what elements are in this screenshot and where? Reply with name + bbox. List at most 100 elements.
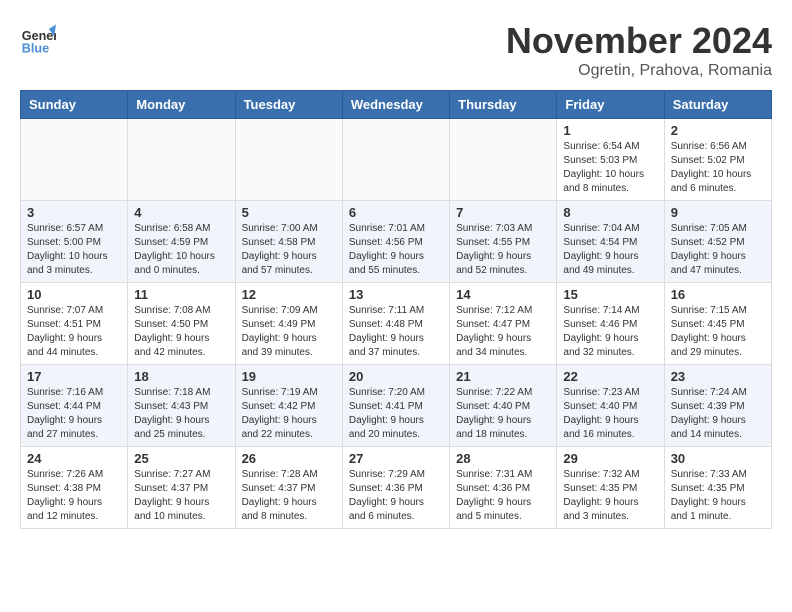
month-title: November 2024 bbox=[506, 20, 772, 62]
logo: General Blue bbox=[20, 20, 56, 56]
day-info: Sunrise: 7:01 AM Sunset: 4:56 PM Dayligh… bbox=[349, 222, 443, 278]
calendar-cell bbox=[342, 119, 449, 201]
day-info: Sunrise: 7:19 AM Sunset: 4:42 PM Dayligh… bbox=[242, 386, 336, 442]
day-info: Sunrise: 6:57 AM Sunset: 5:00 PM Dayligh… bbox=[27, 222, 121, 278]
day-number: 4 bbox=[134, 205, 228, 220]
calendar-cell: 4 Sunrise: 6:58 AM Sunset: 4:59 PM Daylig… bbox=[128, 201, 235, 283]
calendar-cell bbox=[450, 119, 557, 201]
weekday-header-sunday: Sunday bbox=[21, 91, 128, 119]
calendar-cell: 16Sunrise: 7:15 AM Sunset: 4:45 PM Dayli… bbox=[664, 283, 771, 365]
title-block: November 2024 Ogretin, Prahova, Romania bbox=[506, 20, 772, 80]
day-info: Sunrise: 7:31 AM Sunset: 4:36 PM Dayligh… bbox=[456, 468, 550, 524]
day-info: Sunrise: 6:54 AM Sunset: 5:03 PM Dayligh… bbox=[563, 140, 657, 196]
day-number: 7 bbox=[456, 205, 550, 220]
day-info: Sunrise: 7:16 AM Sunset: 4:44 PM Dayligh… bbox=[27, 386, 121, 442]
day-number: 17 bbox=[27, 369, 121, 384]
calendar-cell: 10 Sunrise: 7:07 AM Sunset: 4:51 PM Dayli… bbox=[21, 283, 128, 365]
day-info: Sunrise: 7:24 AM Sunset: 4:39 PM Dayligh… bbox=[671, 386, 765, 442]
day-info: Sunrise: 7:22 AM Sunset: 4:40 PM Dayligh… bbox=[456, 386, 550, 442]
calendar-cell: 21 Sunrise: 7:22 AM Sunset: 4:40 PM Dayli… bbox=[450, 365, 557, 447]
calendar-cell: 2Sunrise: 6:56 AM Sunset: 5:02 PM Daylig… bbox=[664, 119, 771, 201]
day-number: 21 bbox=[456, 369, 550, 384]
page-header: General Blue November 2024 Ogretin, Prah… bbox=[20, 20, 772, 80]
day-info: Sunrise: 7:09 AM Sunset: 4:49 PM Dayligh… bbox=[242, 304, 336, 360]
day-number: 12 bbox=[242, 287, 336, 302]
day-info: Sunrise: 7:28 AM Sunset: 4:37 PM Dayligh… bbox=[242, 468, 336, 524]
weekday-header-thursday: Thursday bbox=[450, 91, 557, 119]
weekday-header-tuesday: Tuesday bbox=[235, 91, 342, 119]
day-info: Sunrise: 7:07 AM Sunset: 4:51 PM Dayligh… bbox=[27, 304, 121, 360]
day-info: Sunrise: 7:26 AM Sunset: 4:38 PM Dayligh… bbox=[27, 468, 121, 524]
calendar-cell: 28 Sunrise: 7:31 AM Sunset: 4:36 PM Dayli… bbox=[450, 447, 557, 529]
day-number: 1 bbox=[563, 123, 657, 138]
weekday-header-saturday: Saturday bbox=[664, 91, 771, 119]
calendar-cell: 1 Sunrise: 6:54 AM Sunset: 5:03 PM Daylig… bbox=[557, 119, 664, 201]
day-info: Sunrise: 7:04 AM Sunset: 4:54 PM Dayligh… bbox=[563, 222, 657, 278]
calendar-cell: 25Sunrise: 7:27 AM Sunset: 4:37 PM Dayli… bbox=[128, 447, 235, 529]
day-info: Sunrise: 7:14 AM Sunset: 4:46 PM Dayligh… bbox=[563, 304, 657, 360]
weekday-header-wednesday: Wednesday bbox=[342, 91, 449, 119]
calendar-cell: 12 Sunrise: 7:09 AM Sunset: 4:49 PM Dayli… bbox=[235, 283, 342, 365]
day-info: Sunrise: 7:18 AM Sunset: 4:43 PM Dayligh… bbox=[134, 386, 228, 442]
calendar-table: SundayMondayTuesdayWednesdayThursdayFrid… bbox=[20, 90, 772, 529]
day-number: 30 bbox=[671, 451, 765, 466]
day-info: Sunrise: 7:32 AM Sunset: 4:35 PM Dayligh… bbox=[563, 468, 657, 524]
day-number: 9 bbox=[671, 205, 765, 220]
location: Ogretin, Prahova, Romania bbox=[506, 62, 772, 80]
day-info: Sunrise: 7:23 AM Sunset: 4:40 PM Dayligh… bbox=[563, 386, 657, 442]
day-number: 13 bbox=[349, 287, 443, 302]
day-number: 16 bbox=[671, 287, 765, 302]
day-info: Sunrise: 7:12 AM Sunset: 4:47 PM Dayligh… bbox=[456, 304, 550, 360]
day-info: Sunrise: 7:08 AM Sunset: 4:50 PM Dayligh… bbox=[134, 304, 228, 360]
calendar-cell: 15 Sunrise: 7:14 AM Sunset: 4:46 PM Dayli… bbox=[557, 283, 664, 365]
day-info: Sunrise: 7:03 AM Sunset: 4:55 PM Dayligh… bbox=[456, 222, 550, 278]
day-number: 2 bbox=[671, 123, 765, 138]
calendar-cell: 20 Sunrise: 7:20 AM Sunset: 4:41 PM Dayli… bbox=[342, 365, 449, 447]
svg-text:Blue: Blue bbox=[22, 41, 49, 55]
logo-icon: General Blue bbox=[20, 20, 56, 56]
calendar-cell: 29 Sunrise: 7:32 AM Sunset: 4:35 PM Dayli… bbox=[557, 447, 664, 529]
calendar-week-2: 3Sunrise: 6:57 AM Sunset: 5:00 PM Daylig… bbox=[21, 201, 772, 283]
calendar-cell: 17 Sunrise: 7:16 AM Sunset: 4:44 PM Dayli… bbox=[21, 365, 128, 447]
day-number: 28 bbox=[456, 451, 550, 466]
calendar-cell: 14Sunrise: 7:12 AM Sunset: 4:47 PM Dayli… bbox=[450, 283, 557, 365]
calendar-cell: 7 Sunrise: 7:03 AM Sunset: 4:55 PM Daylig… bbox=[450, 201, 557, 283]
calendar-cell: 9 Sunrise: 7:05 AM Sunset: 4:52 PM Daylig… bbox=[664, 201, 771, 283]
day-number: 24 bbox=[27, 451, 121, 466]
day-info: Sunrise: 6:58 AM Sunset: 4:59 PM Dayligh… bbox=[134, 222, 228, 278]
day-info: Sunrise: 7:27 AM Sunset: 4:37 PM Dayligh… bbox=[134, 468, 228, 524]
day-info: Sunrise: 7:11 AM Sunset: 4:48 PM Dayligh… bbox=[349, 304, 443, 360]
calendar-cell: 19 Sunrise: 7:19 AM Sunset: 4:42 PM Dayli… bbox=[235, 365, 342, 447]
calendar-cell: 26Sunrise: 7:28 AM Sunset: 4:37 PM Dayli… bbox=[235, 447, 342, 529]
day-number: 27 bbox=[349, 451, 443, 466]
day-number: 15 bbox=[563, 287, 657, 302]
day-info: Sunrise: 7:05 AM Sunset: 4:52 PM Dayligh… bbox=[671, 222, 765, 278]
day-info: Sunrise: 7:00 AM Sunset: 4:58 PM Dayligh… bbox=[242, 222, 336, 278]
calendar-cell: 24 Sunrise: 7:26 AM Sunset: 4:38 PM Dayli… bbox=[21, 447, 128, 529]
weekday-header-row: SundayMondayTuesdayWednesdayThursdayFrid… bbox=[21, 91, 772, 119]
day-number: 20 bbox=[349, 369, 443, 384]
day-number: 6 bbox=[349, 205, 443, 220]
calendar-cell: 27 Sunrise: 7:29 AM Sunset: 4:36 PM Dayli… bbox=[342, 447, 449, 529]
day-number: 8 bbox=[563, 205, 657, 220]
day-info: Sunrise: 7:20 AM Sunset: 4:41 PM Dayligh… bbox=[349, 386, 443, 442]
day-number: 5 bbox=[242, 205, 336, 220]
calendar-week-1: 1 Sunrise: 6:54 AM Sunset: 5:03 PM Daylig… bbox=[21, 119, 772, 201]
calendar-cell: 11Sunrise: 7:08 AM Sunset: 4:50 PM Dayli… bbox=[128, 283, 235, 365]
weekday-header-monday: Monday bbox=[128, 91, 235, 119]
day-number: 19 bbox=[242, 369, 336, 384]
day-number: 22 bbox=[563, 369, 657, 384]
weekday-header-friday: Friday bbox=[557, 91, 664, 119]
calendar-cell: 30Sunrise: 7:33 AM Sunset: 4:35 PM Dayli… bbox=[664, 447, 771, 529]
calendar-cell: 8 Sunrise: 7:04 AM Sunset: 4:54 PM Daylig… bbox=[557, 201, 664, 283]
calendar-cell: 18Sunrise: 7:18 AM Sunset: 4:43 PM Dayli… bbox=[128, 365, 235, 447]
day-info: Sunrise: 7:29 AM Sunset: 4:36 PM Dayligh… bbox=[349, 468, 443, 524]
day-number: 10 bbox=[27, 287, 121, 302]
calendar-cell bbox=[235, 119, 342, 201]
day-number: 29 bbox=[563, 451, 657, 466]
day-number: 23 bbox=[671, 369, 765, 384]
calendar-week-4: 17 Sunrise: 7:16 AM Sunset: 4:44 PM Dayli… bbox=[21, 365, 772, 447]
calendar-cell: 5 Sunrise: 7:00 AM Sunset: 4:58 PM Daylig… bbox=[235, 201, 342, 283]
calendar-cell: 6 Sunrise: 7:01 AM Sunset: 4:56 PM Daylig… bbox=[342, 201, 449, 283]
calendar-week-5: 24 Sunrise: 7:26 AM Sunset: 4:38 PM Dayli… bbox=[21, 447, 772, 529]
